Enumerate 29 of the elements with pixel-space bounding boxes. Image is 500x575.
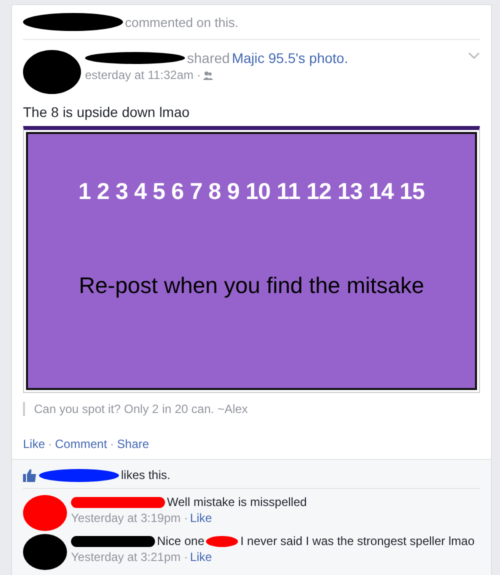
- shared-text: shared: [187, 50, 230, 66]
- separator-dot: ·: [110, 437, 114, 451]
- action-link[interactable]: Like: [23, 437, 46, 451]
- comment-time: Yesterday at 3:19pm ·: [71, 511, 188, 525]
- page-link[interactable]: Majic 95.5's photo.: [232, 50, 348, 66]
- activity-text: commented on this.: [125, 14, 238, 30]
- likes-text: likes this.: [121, 468, 170, 482]
- like-link[interactable]: Like: [190, 511, 212, 525]
- comment-text: Nice one: [157, 534, 204, 548]
- image-numbers: 1 2 3 4 5 6 7 8 9 10 11 12 13 14 15: [78, 178, 425, 205]
- redaction-mark: [206, 536, 238, 546]
- action-link[interactable]: Comment: [55, 437, 108, 451]
- friends-icon: [202, 70, 213, 80]
- post-time: esterday at 11:32am ·: [85, 68, 201, 82]
- image-caption: Can you spot it? Only 2 in 20 can. ~Alex: [23, 402, 480, 416]
- image-slogan: Re-post when you find the mitsake: [78, 273, 424, 299]
- comment-time: Yesterday at 3:21pm ·: [71, 550, 188, 564]
- redacted-avatar: [23, 534, 67, 570]
- like-link[interactable]: Like: [190, 550, 212, 564]
- comment-text: I never said I was the strongest speller lmao: [240, 534, 474, 548]
- redacted-avatar: [23, 495, 67, 531]
- chevron-icon[interactable]: [468, 52, 480, 59]
- thumbs-up-icon: [23, 468, 37, 482]
- comment-text: Well mistake is misspelled: [167, 495, 307, 509]
- redacted-avatar: [23, 50, 81, 94]
- post-message: The 8 is upside down lmao: [23, 104, 191, 120]
- action-link[interactable]: Share: [117, 437, 150, 451]
- separator-dot: ·: [48, 437, 52, 451]
- shared-image[interactable]: 1 2 3 4 5 6 7 8 9 10 11 12 13 14 15 Re-post when you find the mitsake: [23, 126, 480, 393]
